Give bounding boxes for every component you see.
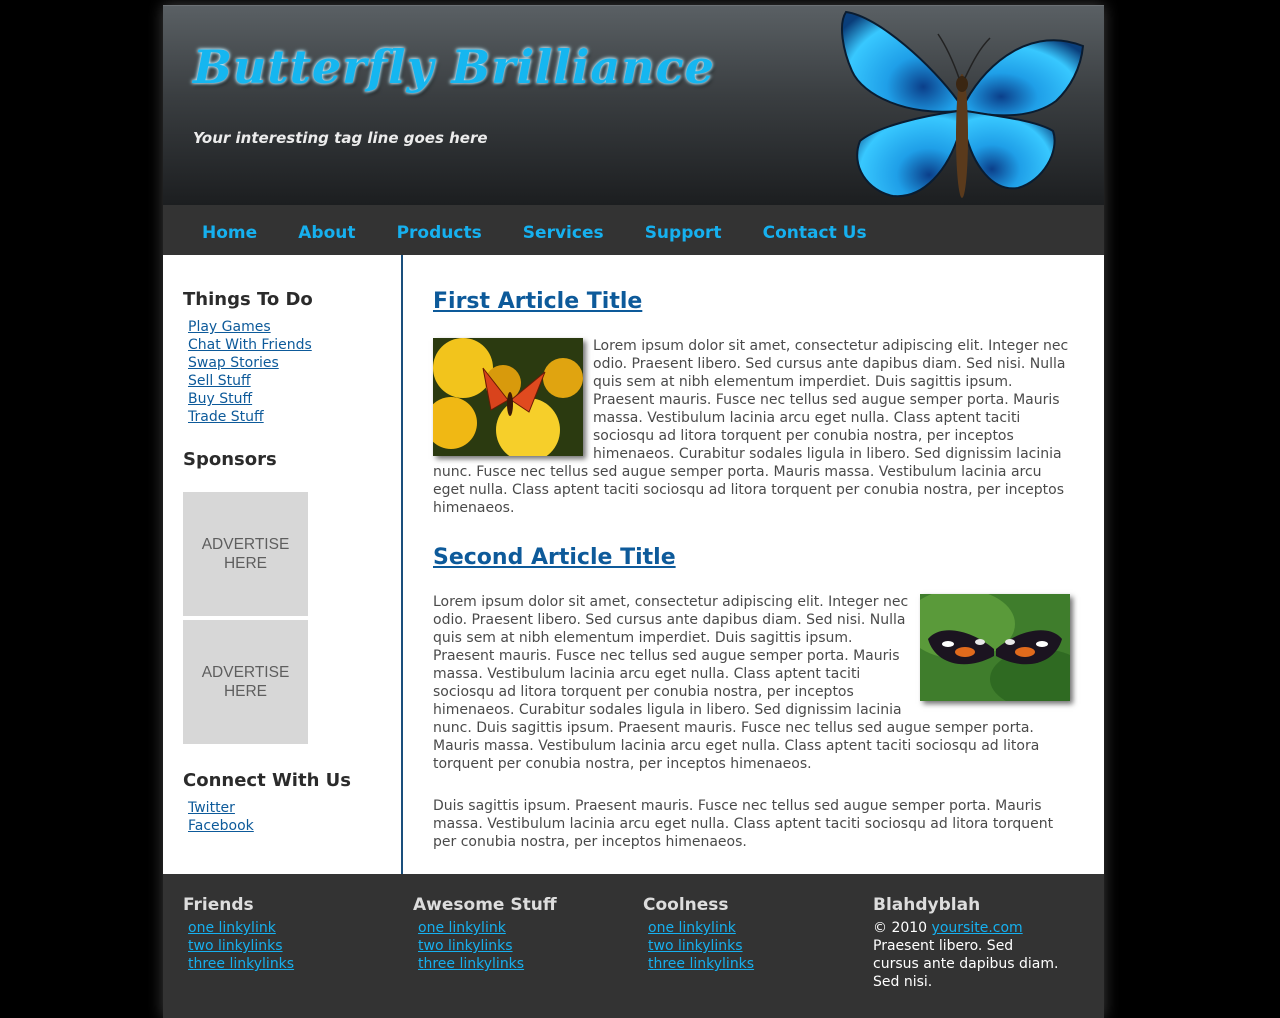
sidebar-divider bbox=[401, 255, 403, 874]
link-play-games[interactable]: Play Games bbox=[188, 319, 271, 335]
sponsors-heading: Sponsors bbox=[183, 449, 277, 470]
footer-link[interactable]: three linkylinks bbox=[418, 956, 524, 972]
footer-link[interactable]: three linkylinks bbox=[188, 956, 294, 972]
footer-col-friends: Friends one linkylink two linkylinks thr… bbox=[183, 895, 383, 973]
nav-services[interactable]: Services bbox=[523, 223, 604, 243]
footer-col-blahdyblah: Blahdyblah © 2010 yoursite.com Praesent … bbox=[873, 895, 1073, 991]
link-buy-stuff[interactable]: Buy Stuff bbox=[188, 391, 252, 407]
article-title-second[interactable]: Second Article Title bbox=[433, 545, 676, 570]
article-body-second: Lorem ipsum dolor sit amet, consectetur … bbox=[433, 593, 1073, 773]
advertise-slot[interactable]: ADVERTISE HERE bbox=[183, 620, 308, 744]
copyright-text: © 2010 bbox=[873, 920, 928, 936]
connect-list: Twitter Facebook bbox=[188, 799, 254, 835]
advertise-label: ADVERTISE HERE bbox=[201, 664, 290, 700]
article-body-first: Lorem ipsum dolor sit amet, consectetur … bbox=[433, 337, 1073, 517]
link-swap-stories[interactable]: Swap Stories bbox=[188, 355, 279, 371]
link-sell-stuff[interactable]: Sell Stuff bbox=[188, 373, 251, 389]
main-nav: Home About Products Services Support Con… bbox=[163, 205, 1104, 255]
footer-link[interactable]: one linkylink bbox=[188, 920, 276, 936]
connect-heading: Connect With Us bbox=[183, 770, 351, 791]
footer-link[interactable]: one linkylink bbox=[648, 920, 736, 936]
things-to-do-list: Play Games Chat With Friends Swap Storie… bbox=[188, 318, 312, 426]
footer-heading: Blahdyblah bbox=[873, 895, 981, 915]
footer-link[interactable]: two linkylinks bbox=[418, 938, 513, 954]
site-tagline: Your interesting tag line goes here bbox=[193, 129, 488, 147]
footer-link[interactable]: one linkylink bbox=[418, 920, 506, 936]
footer-heading: Coolness bbox=[643, 895, 729, 915]
nav-about[interactable]: About bbox=[298, 223, 355, 243]
advertise-slot[interactable]: ADVERTISE HERE bbox=[183, 492, 308, 616]
link-twitter[interactable]: Twitter bbox=[188, 800, 235, 816]
nav-support[interactable]: Support bbox=[645, 223, 722, 243]
butterfly-image bbox=[841, 10, 1085, 198]
butterfly-on-leaf-image bbox=[920, 594, 1070, 701]
article-title-first[interactable]: First Article Title bbox=[433, 289, 642, 314]
things-to-do-heading: Things To Do bbox=[183, 289, 313, 310]
site-logo[interactable]: Butterfly Brilliance bbox=[193, 40, 715, 94]
link-chat-with-friends[interactable]: Chat With Friends bbox=[188, 337, 312, 353]
footer-link[interactable]: two linkylinks bbox=[188, 938, 283, 954]
footer-link[interactable]: two linkylinks bbox=[648, 938, 743, 954]
footer-about: © 2010 yoursite.com Praesent libero. Sed… bbox=[873, 919, 1063, 991]
link-facebook[interactable]: Facebook bbox=[188, 818, 254, 834]
footer-heading: Awesome Stuff bbox=[413, 895, 557, 915]
footer-link[interactable]: three linkylinks bbox=[648, 956, 754, 972]
page-container: Butterfly Brilliance Your interesting ta… bbox=[163, 5, 1104, 1018]
footer-heading: Friends bbox=[183, 895, 254, 915]
site-header: Butterfly Brilliance Your interesting ta… bbox=[163, 5, 1104, 205]
nav-products[interactable]: Products bbox=[397, 223, 482, 243]
site-link[interactable]: yoursite.com bbox=[932, 920, 1023, 936]
main-area: Things To Do Play Games Chat With Friend… bbox=[163, 255, 1104, 874]
advertise-label: ADVERTISE HERE bbox=[201, 536, 290, 572]
footer-about-text: Praesent libero. Sed cursus ante dapibus… bbox=[873, 938, 1059, 990]
site-footer: Friends one linkylink two linkylinks thr… bbox=[163, 874, 1104, 1018]
sidebar: Things To Do Play Games Chat With Friend… bbox=[163, 255, 401, 874]
nav-contact-us[interactable]: Contact Us bbox=[763, 223, 867, 243]
link-trade-stuff[interactable]: Trade Stuff bbox=[188, 409, 264, 425]
nav-home[interactable]: Home bbox=[202, 223, 257, 243]
footer-col-awesome-stuff: Awesome Stuff one linkylink two linkylin… bbox=[413, 895, 613, 973]
butterfly-on-flowers-image bbox=[433, 338, 583, 456]
article-text-second-para2: Duis sagittis ipsum. Praesent mauris. Fu… bbox=[433, 798, 1054, 850]
footer-col-coolness: Coolness one linkylink two linkylinks th… bbox=[643, 895, 843, 973]
